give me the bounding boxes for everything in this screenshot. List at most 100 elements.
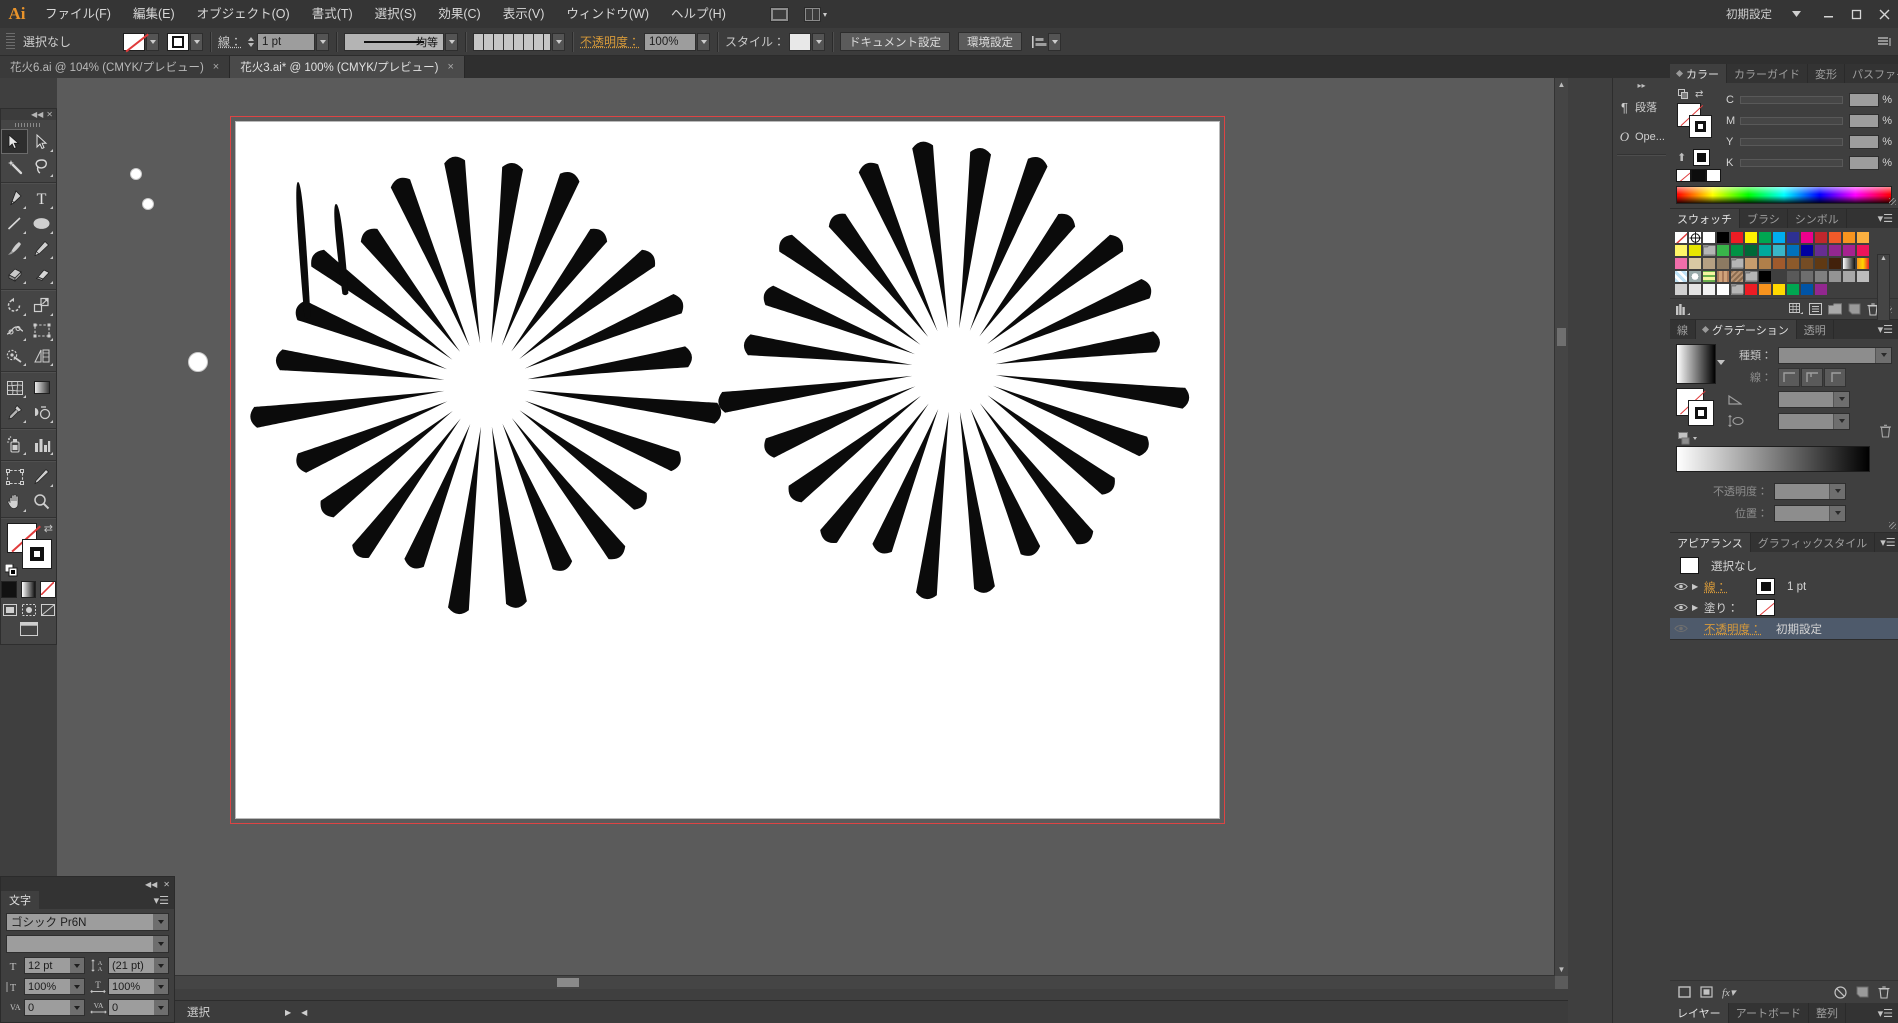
tab-brushes[interactable]: ブラシ [1740,209,1788,228]
swatch-cell[interactable] [1744,270,1758,283]
toolbox-close-icon[interactable]: ✕ [46,110,53,119]
opacity-field[interactable]: 100% [644,33,696,51]
canvas-horizontal-scrollbar[interactable] [57,975,1555,989]
anchor-dot-1[interactable] [130,168,142,180]
perspective-grid-tool[interactable] [28,343,55,368]
toolbox-gripper[interactable] [1,120,56,129]
pen-tool[interactable] [1,186,28,211]
character-panel-close-icon[interactable]: ✕ [163,880,170,889]
tab-graphic-styles[interactable]: グラフィックスタイル [1751,533,1875,552]
swatch-cell[interactable] [1674,231,1688,244]
swatch-cell[interactable] [1674,244,1688,257]
swatch-cell[interactable] [1842,270,1856,283]
swatch-cell[interactable] [1828,244,1842,257]
type-tool[interactable]: T [28,186,55,211]
layers-panel-menu-icon[interactable]: ▾☰ [1873,1003,1898,1023]
color-panel-resize-grip[interactable] [1889,198,1896,205]
anchor-dot-2[interactable] [142,198,154,210]
swatch-cell[interactable] [1814,231,1828,244]
slider-c[interactable]: C % [1726,89,1892,110]
gradient-preview-thumb[interactable] [1676,344,1716,384]
swatch-cell[interactable] [1828,270,1842,283]
toolbox-stroke-swatch[interactable] [22,539,52,569]
swatch-cell[interactable] [1814,283,1828,296]
document-setup-button[interactable]: ドキュメント設定 [840,32,950,51]
tab-appearance[interactable]: アピアランス [1670,533,1751,552]
swatch-cell[interactable] [1842,244,1856,257]
width-tool[interactable] [1,318,28,343]
slider-value-y[interactable] [1849,135,1879,149]
swatch-cell[interactable] [1772,270,1786,283]
swatch-cell[interactable] [1828,257,1842,270]
swatches-grid[interactable] [1674,231,1872,296]
blend-tool[interactable] [28,400,55,425]
line-segment-tool[interactable] [1,211,28,236]
swatch-cell[interactable] [1758,257,1772,270]
slider-y[interactable]: Y % [1726,131,1892,152]
direct-selection-tool[interactable] [28,129,55,154]
gradient-resize-grip[interactable] [1889,522,1896,529]
chevron-down-icon[interactable] [1833,392,1849,407]
tab-artboards[interactable]: アートボード [1729,1003,1809,1023]
swatch-cell[interactable] [1772,283,1786,296]
gradient-mode-button[interactable] [21,581,37,598]
swatch-cell[interactable] [1688,231,1702,244]
stroke-gradient-along[interactable] [1801,368,1823,387]
swatch-cell[interactable] [1744,257,1758,270]
slider-track-y[interactable] [1740,138,1843,146]
bridge-icon[interactable] [765,4,795,24]
slider-value-k[interactable] [1849,156,1879,170]
swatch-cell[interactable] [1744,283,1758,296]
scroll-up-icon[interactable]: ▲ [1555,78,1568,91]
swatch-cell[interactable] [1800,257,1814,270]
swatch-cell[interactable] [1772,244,1786,257]
swatch-libraries-icon[interactable] [1676,303,1692,316]
artboard-tool[interactable] [1,464,28,489]
chevron-down-icon[interactable] [70,979,84,994]
brush-dropdown-icon[interactable] [552,33,565,51]
document-tab-1[interactable]: 花火3.ai* @ 100% (CMYK/プレビュー) × [230,56,465,78]
fill-control[interactable] [123,33,159,51]
swatch-cell[interactable] [1814,244,1828,257]
slider-m[interactable]: M % [1726,110,1892,131]
mini-dock-item-paragraph[interactable]: ¶ 段落 [1613,92,1670,122]
horizontal-scale-field[interactable]: 100% [108,978,169,995]
slider-track-m[interactable] [1740,117,1843,125]
swatch-cell[interactable] [1688,270,1702,283]
chevron-down-icon[interactable] [1833,414,1849,429]
swatch-cell[interactable] [1814,270,1828,283]
appearance-row-fill[interactable]: ▶ 塗り： [1670,597,1898,618]
clear-appearance-icon[interactable] [1834,986,1847,999]
chevron-down-icon[interactable] [1875,348,1891,363]
slider-value-m[interactable] [1849,114,1879,128]
eyedropper-tool[interactable] [1,400,28,425]
canvas-area[interactable]: ▲ ▼ [57,78,1568,989]
mesh-tool[interactable] [1,375,28,400]
chevron-down-icon[interactable] [154,979,168,994]
color-swap-small-icon[interactable] [1678,89,1689,100]
font-family-field[interactable]: ゴシック Pr6N [6,913,169,931]
swatch-cell[interactable] [1730,257,1744,270]
chevron-down-icon[interactable] [70,958,84,973]
character-panel-menu-icon[interactable]: ▾☰ [149,894,174,907]
color-stroke-swatch[interactable] [1689,115,1712,138]
swatch-cell[interactable] [1856,257,1870,270]
tab-color[interactable]: カラー [1670,64,1727,83]
window-maximize-button[interactable] [1842,0,1870,28]
default-colors-icon[interactable]: ⬆ [1677,151,1686,164]
scroll-down-icon[interactable]: ▼ [1555,963,1568,976]
color-spectrum-bar[interactable] [1676,186,1892,204]
appearance-value[interactable]: 初期設定 [1776,621,1822,637]
mini-dock-expand-icon[interactable]: ▸▸ [1613,78,1670,92]
menu-type[interactable]: 書式(T) [301,0,364,28]
selection-tool[interactable] [1,129,28,154]
character-panel-collapse-icon[interactable]: ◀◀ [145,880,157,889]
stroke-gradient-within[interactable] [1778,368,1800,387]
swatch-cell[interactable] [1758,283,1772,296]
magic-wand-tool[interactable] [1,154,28,179]
scale-tool[interactable] [28,293,55,318]
appearance-stroke-swatch[interactable] [1756,578,1775,595]
swatch-cell[interactable] [1744,231,1758,244]
swatch-cell[interactable] [1786,283,1800,296]
chevron-down-icon[interactable] [154,1000,168,1015]
